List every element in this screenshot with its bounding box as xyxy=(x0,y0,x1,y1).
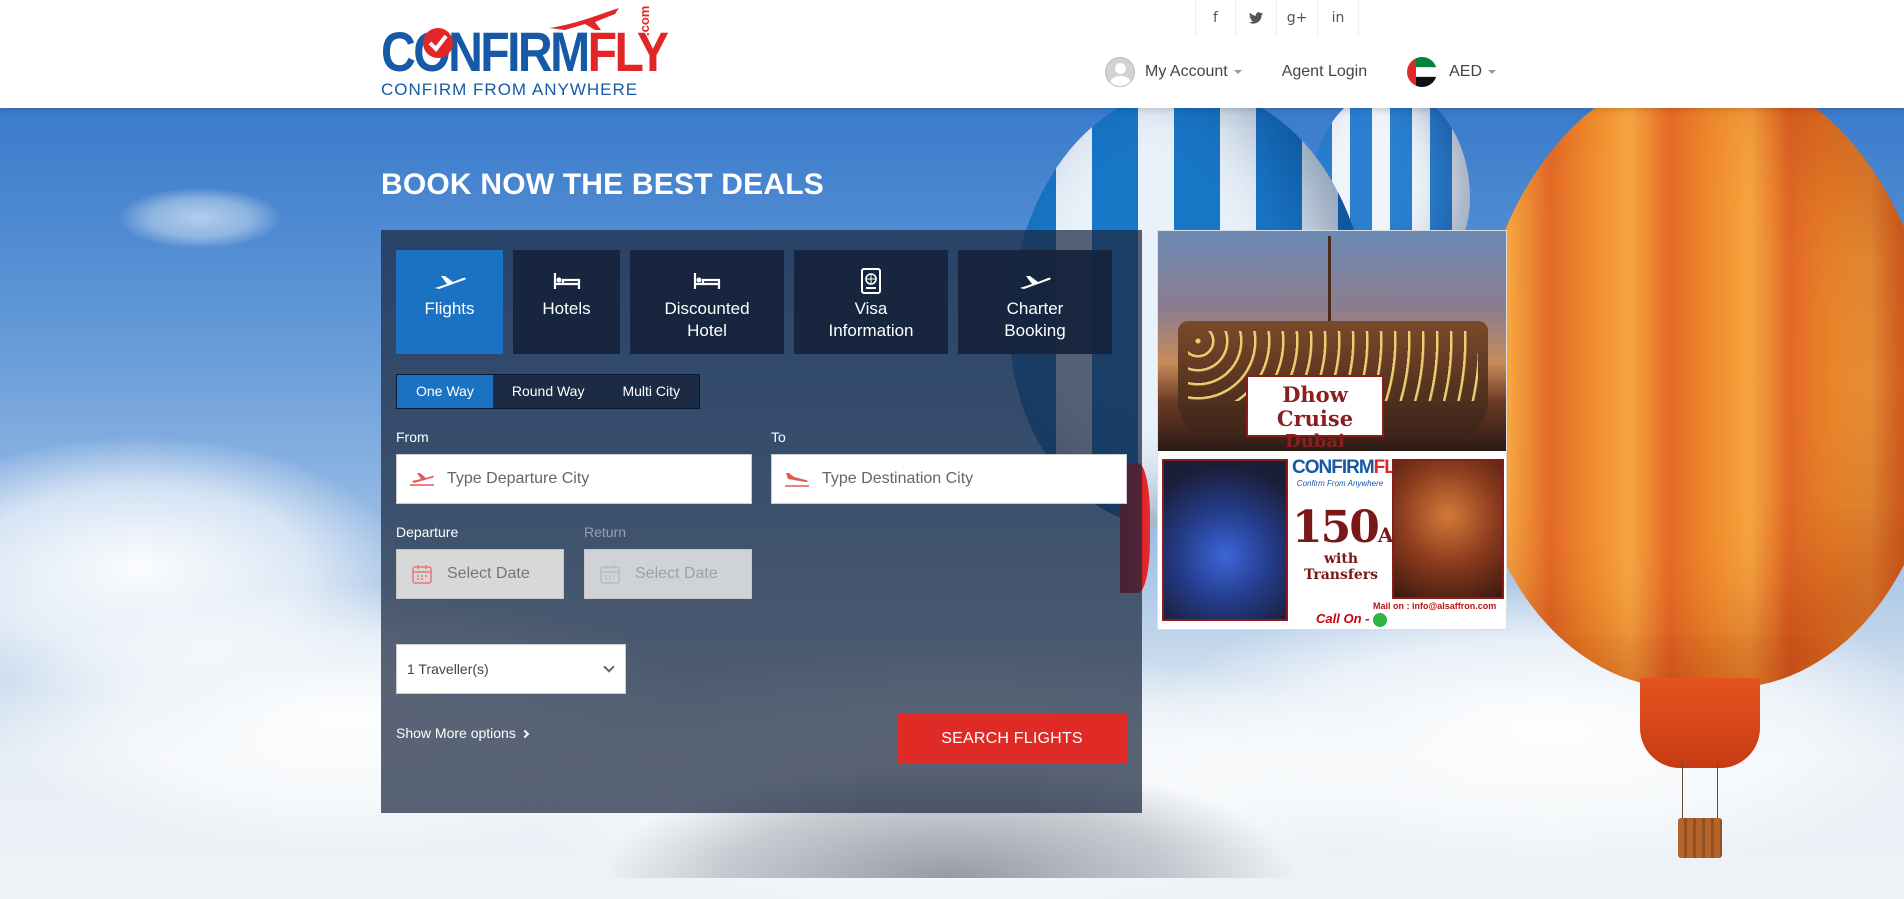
hero-title: BOOK NOW THE BEST DEALS xyxy=(381,168,824,201)
booking-tabs: Flights Hotels Discounted Hotel Visa Inf… xyxy=(396,250,1122,354)
caret-down-icon xyxy=(1233,69,1242,74)
return-date-input[interactable]: Select Date xyxy=(635,565,718,583)
ad-logo: CONFIRMFLY Confirm From Anywhere xyxy=(1292,457,1406,488)
twitter-icon[interactable] xyxy=(1236,0,1277,36)
linkedin-icon[interactable]: in xyxy=(1318,0,1359,36)
calendar-icon xyxy=(585,563,635,585)
ad-price: 150AED with Transfers xyxy=(1292,502,1426,584)
passport-icon xyxy=(860,268,882,294)
departure-label: Departure xyxy=(396,524,459,540)
trip-multi-city[interactable]: Multi City xyxy=(603,375,699,408)
takeoff-icon xyxy=(397,471,447,487)
ad-dining-image xyxy=(1392,459,1504,599)
google-plus-icon[interactable]: g+ xyxy=(1277,0,1318,36)
ad-tanoura-dancer-image xyxy=(1162,459,1288,621)
tab-label: Discounted Hotel xyxy=(664,299,750,340)
bed-icon xyxy=(693,268,721,294)
trip-round-way[interactable]: Round Way xyxy=(493,375,604,408)
to-field[interactable]: Type Destination City xyxy=(771,454,1127,504)
ad-bottom-section: CONFIRMFLY Confirm From Anywhere 150AED … xyxy=(1158,453,1506,629)
from-input[interactable]: Type Departure City xyxy=(447,470,589,488)
logo-tagline: CONFIRM FROM ANYWHERE xyxy=(381,80,639,99)
top-nav: My Account Agent Login AED xyxy=(1105,55,1497,89)
facebook-icon[interactable]: f xyxy=(1195,0,1236,36)
ad-heading: Dhow Cruise Dubai Marina xyxy=(1246,375,1384,474)
tab-discounted-hotel[interactable]: Discounted Hotel xyxy=(630,250,784,354)
currency-selector[interactable]: AED xyxy=(1449,63,1497,81)
tab-hotels[interactable]: Hotels xyxy=(513,250,620,354)
landing-icon xyxy=(772,471,822,487)
social-links: f g+ in xyxy=(1195,0,1359,36)
tab-label: Charter Booking xyxy=(1004,299,1066,340)
agent-login-link[interactable]: Agent Login xyxy=(1282,63,1367,81)
search-flights-button[interactable]: SEARCH FLIGHTS xyxy=(897,713,1127,764)
logo-check-icon xyxy=(423,28,453,58)
travellers-select[interactable]: 1 Traveller(s) xyxy=(396,644,626,694)
return-date-field[interactable]: Select Date xyxy=(584,549,752,599)
bed-icon xyxy=(553,268,581,294)
airplane-icon xyxy=(1018,268,1052,294)
site-header: CONFIRMFLY .com CONFIRM FROM ANYWHERE f … xyxy=(0,0,1904,108)
calendar-icon xyxy=(397,563,447,585)
departure-date-input[interactable]: Select Date xyxy=(447,565,530,583)
ad-call-text: Call On - xyxy=(1316,611,1388,627)
tab-flights[interactable]: Flights xyxy=(396,250,503,354)
tab-label: Hotels xyxy=(542,299,591,318)
departure-date-field[interactable]: Select Date xyxy=(396,549,564,599)
whatsapp-icon xyxy=(1373,612,1388,627)
dhow-cruise-ad-banner[interactable]: Dhow Cruise Dubai Marina CONFIRMFLY Conf… xyxy=(1157,230,1507,630)
ad-mail-text: Mail on : info@alsaffron.com xyxy=(1373,601,1497,611)
from-field[interactable]: Type Departure City xyxy=(396,454,752,504)
from-label: From xyxy=(396,429,429,445)
chevron-down-icon xyxy=(603,661,615,673)
airplane-icon xyxy=(433,268,467,294)
tab-label: Flights xyxy=(424,299,475,318)
caret-down-icon xyxy=(1488,69,1497,74)
travellers-value: 1 Traveller(s) xyxy=(407,661,489,677)
confirmfly-logo[interactable]: CONFIRMFLY .com CONFIRM FROM ANYWHERE xyxy=(381,5,669,102)
to-label: To xyxy=(771,429,786,445)
trip-type-selector: One Way Round Way Multi City xyxy=(396,374,701,409)
booking-panel: Flights Hotels Discounted Hotel Visa Inf… xyxy=(381,230,1142,813)
tab-charter-booking[interactable]: Charter Booking xyxy=(958,250,1112,354)
logo-domain: .com xyxy=(637,5,652,36)
uae-flag-icon[interactable] xyxy=(1407,57,1438,87)
chevron-right-icon xyxy=(520,730,529,739)
ad-ship-image: Dhow Cruise Dubai Marina xyxy=(1158,231,1506,474)
return-label: Return xyxy=(584,524,627,540)
trip-one-way[interactable]: One Way xyxy=(397,375,493,408)
to-input[interactable]: Type Destination City xyxy=(822,470,973,488)
my-account-menu[interactable]: My Account xyxy=(1145,63,1242,81)
show-more-options-link[interactable]: Show More options xyxy=(396,725,529,741)
tab-label: Visa Information xyxy=(828,299,914,340)
avatar-icon[interactable] xyxy=(1105,57,1135,87)
tab-visa-information[interactable]: Visa Information xyxy=(794,250,948,354)
